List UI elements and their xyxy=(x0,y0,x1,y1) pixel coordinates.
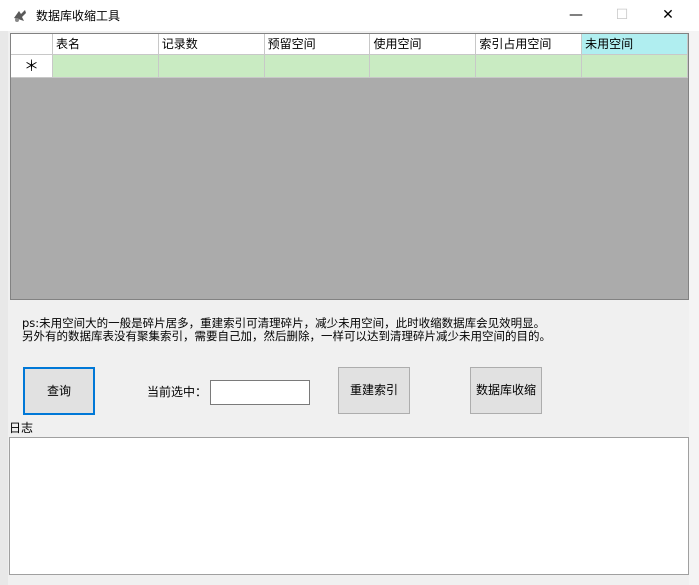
column-header-reserved-space[interactable]: 预留空间 xyxy=(264,34,371,55)
background-window-edge-right xyxy=(689,31,699,585)
title-bar: 数据库收缩工具 — ☐ ✕ xyxy=(0,0,699,31)
column-header-unused-space[interactable]: 未用空间 xyxy=(582,34,688,55)
new-row-marker[interactable]: ＊ xyxy=(11,55,53,78)
new-row-cell[interactable] xyxy=(158,55,265,78)
column-header-table-name[interactable]: 表名 xyxy=(52,34,159,55)
grid-corner-cell[interactable] xyxy=(11,34,53,55)
app-icon xyxy=(14,10,26,22)
grid-header-row: 表名 记录数 预留空间 使用空间 索引占用空间 未用空间 xyxy=(11,34,688,55)
new-row-cell[interactable] xyxy=(582,55,688,78)
new-row[interactable]: ＊ xyxy=(11,55,688,78)
log-textbox[interactable] xyxy=(9,437,689,575)
window-title: 数据库收缩工具 xyxy=(36,9,121,23)
new-row-cell[interactable] xyxy=(370,55,477,78)
minimize-button[interactable]: — xyxy=(553,0,599,31)
rebuild-index-button[interactable]: 重建索引 xyxy=(338,367,410,414)
maximize-button[interactable]: ☐ xyxy=(599,0,645,31)
close-button[interactable]: ✕ xyxy=(645,0,691,31)
current-selection-label: 当前选中： xyxy=(147,385,208,399)
background-window-edge xyxy=(0,31,8,585)
current-selection-field[interactable] xyxy=(210,380,310,405)
info-note-line-2: 另外有的数据库表没有聚集索引，需要自己加，然后删除，一样可以达到清理碎片减少未用… xyxy=(22,329,551,343)
new-row-cell[interactable] xyxy=(264,55,371,78)
data-grid[interactable]: 表名 记录数 预留空间 使用空间 索引占用空间 未用空间 ＊ xyxy=(10,33,689,300)
info-note: ps:未用空间大的一般是碎片居多，重建索引可清理碎片，减少未用空间，此时收缩数据… xyxy=(22,317,682,343)
column-header-index-space[interactable]: 索引占用空间 xyxy=(476,34,583,55)
query-button[interactable]: 查询 xyxy=(23,367,95,415)
column-header-record-count[interactable]: 记录数 xyxy=(158,34,265,55)
new-row-cell[interactable] xyxy=(476,55,583,78)
shrink-database-button[interactable]: 数据库收缩 xyxy=(470,367,542,414)
log-label: 日志 xyxy=(9,421,34,435)
column-header-used-space[interactable]: 使用空间 xyxy=(370,34,477,55)
new-row-cell[interactable] xyxy=(52,55,159,78)
